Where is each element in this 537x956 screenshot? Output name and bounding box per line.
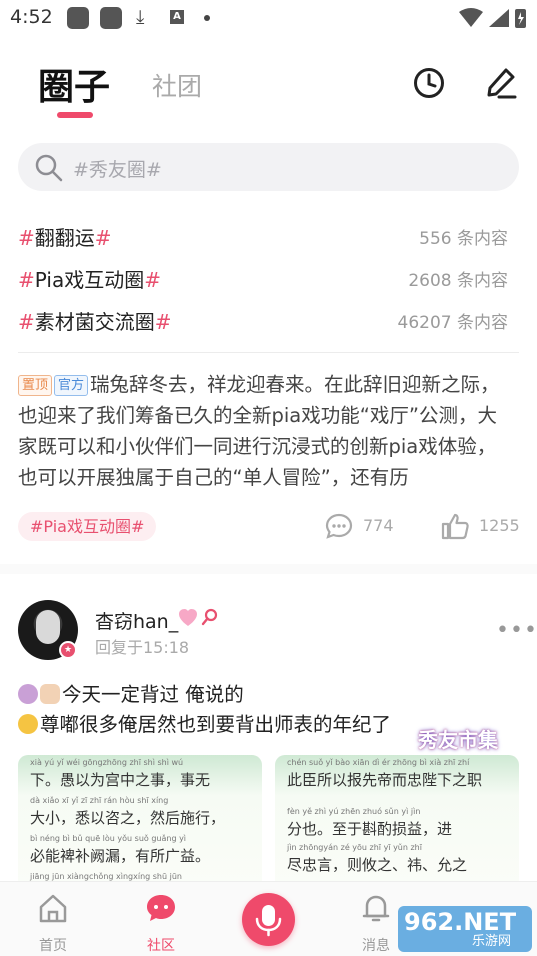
pinned-tag: 置顶 [18, 375, 53, 396]
thumbs-up-icon [441, 513, 469, 540]
active-tab-indicator [57, 112, 93, 118]
topic-item[interactable]: #Pia戏互动圈# 2608 条内容 [18, 264, 508, 294]
download-icon: ⤓ [136, 6, 145, 28]
official-tag: 官方 [54, 375, 89, 396]
tab-club[interactable]: 社团 [152, 67, 202, 103]
wifi-icon [459, 8, 483, 27]
search-icon [35, 154, 63, 182]
post-text-line: 今天一定背过 俺说的 [18, 678, 244, 707]
a-icon: A [170, 10, 184, 24]
topic-count: 46207 条内容 [397, 313, 508, 333]
history-clock-icon[interactable] [412, 66, 446, 100]
comment-button[interactable]: 774 [325, 511, 395, 541]
fist-emoji-icon [40, 684, 60, 704]
app-icon [100, 7, 122, 29]
divider [18, 352, 519, 353]
post-body: 瑞兔辞冬去，祥龙迎春来。在此辞旧迎新之际，也迎来了我们筹备已久的全新pia戏功能… [18, 373, 500, 489]
nav-home[interactable]: 首页 [13, 882, 93, 956]
post-image[interactable]: xià yú yǐ wéi gōngzhōng zhī shì shì wú 下… [18, 755, 262, 890]
search-placeholder: #秀友圈# [73, 159, 162, 181]
watermark-subtext: 乐游网 [472, 934, 512, 949]
app-icon [67, 7, 89, 29]
chat-bubble-icon [147, 895, 175, 921]
topic-item[interactable]: #素材菌交流圈# 46207 条内容 [18, 306, 508, 336]
post-text-line: 尊嘟很多俺居然也到要背出师表的年纪了 [18, 708, 391, 737]
more-options-icon[interactable]: ••• [496, 618, 537, 643]
signal-icon [489, 9, 509, 27]
username[interactable]: 杳窃han_ [95, 607, 178, 634]
tab-circle[interactable]: 圈子 [38, 58, 110, 110]
tongue-emoji-icon [18, 714, 38, 734]
dot-icon [204, 15, 210, 21]
watermark-logo: 秀友市集 [418, 728, 498, 752]
topic-item[interactable]: #翻翻运# 556 条内容 [18, 222, 508, 252]
like-button[interactable]: 1255 [440, 511, 525, 541]
user-badges [179, 608, 218, 626]
voice-room-button[interactable] [242, 893, 295, 946]
topic-name: #翻翻运# [18, 226, 112, 250]
search-input[interactable]: #秀友圈# [18, 143, 519, 191]
topic-count: 2608 条内容 [408, 271, 508, 291]
reply-time: 回复于15:18 [95, 638, 190, 657]
microphone-icon [255, 905, 282, 937]
like-count: 1255 [479, 516, 520, 535]
star-badge-icon: ★ [59, 641, 77, 659]
nav-label: 社区 [147, 938, 175, 954]
topic-count: 556 条内容 [419, 229, 508, 249]
comment-icon [325, 513, 353, 539]
section-divider [0, 564, 537, 574]
bell-icon [362, 895, 390, 922]
girl-emoji-icon [18, 684, 38, 704]
system-status-icons [459, 8, 526, 28]
pinned-post-text[interactable]: 置顶 官方 瑞兔辞冬去，祥龙迎春来。在此辞旧迎新之际，也迎来了我们筹备已久的全新pi… [18, 369, 508, 493]
home-icon [39, 894, 67, 923]
comment-count: 774 [363, 516, 394, 535]
nav-community[interactable]: 社区 [121, 882, 201, 956]
site-watermark: 962.NET 乐游网 [398, 906, 532, 952]
nav-label: 首页 [39, 938, 67, 954]
heart-badge-icon [179, 609, 197, 626]
circle-chip[interactable]: #Pia戏互动圈# [18, 512, 157, 541]
post-image[interactable]: chén suǒ yǐ bào xiān dì ér zhōng bì xià … [275, 755, 519, 890]
status-bar: 4:52 ⤓ A [0, 0, 537, 36]
status-time: 4:52 [10, 6, 53, 28]
topic-name: #素材菌交流圈# [18, 310, 172, 334]
edit-pen-icon[interactable] [485, 66, 519, 100]
topic-name: #Pia戏互动圈# [18, 268, 161, 292]
